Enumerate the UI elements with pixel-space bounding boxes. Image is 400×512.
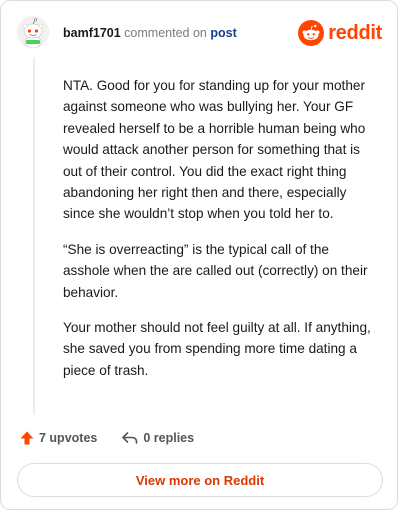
- username-link[interactable]: bamf1701: [63, 26, 121, 40]
- post-link[interactable]: post: [210, 26, 236, 40]
- snoo-avatar-icon: [17, 16, 49, 48]
- comment-paragraph: Your mother should not feel guilty at al…: [63, 320, 371, 378]
- comment-paragraph: NTA. Good for you for standing up for yo…: [63, 78, 366, 222]
- thread-line: [33, 57, 35, 415]
- comment-body: NTA. Good for you for standing up for yo…: [63, 75, 375, 395]
- replies-button[interactable]: 0 replies: [121, 430, 194, 446]
- comment-actions: 7 upvotes 0 replies: [19, 430, 194, 446]
- comment-header: bamf1701 commented on post: [63, 26, 237, 40]
- reddit-logo-icon: [298, 20, 325, 46]
- commented-on-text: commented on: [124, 26, 207, 40]
- upvote-button[interactable]: 7 upvotes: [19, 430, 97, 446]
- view-more-button[interactable]: View more on Reddit: [17, 463, 383, 497]
- upvote-arrow-icon: [20, 431, 34, 445]
- view-more-label: View more on Reddit: [135, 472, 265, 488]
- user-avatar[interactable]: [17, 16, 49, 48]
- reddit-wordmark: reddit: [328, 21, 382, 44]
- embedded-comment-card: bamf1701 commented on post reddit NTA. G…: [0, 0, 398, 510]
- reply-arrow-icon: [122, 432, 138, 444]
- upvote-count: 7 upvotes: [39, 431, 98, 445]
- comment-paragraph: “She is overreacting” is the typical cal…: [63, 241, 368, 300]
- replies-count: 0 replies: [143, 431, 195, 445]
- reddit-brand-link[interactable]: reddit: [298, 20, 382, 46]
